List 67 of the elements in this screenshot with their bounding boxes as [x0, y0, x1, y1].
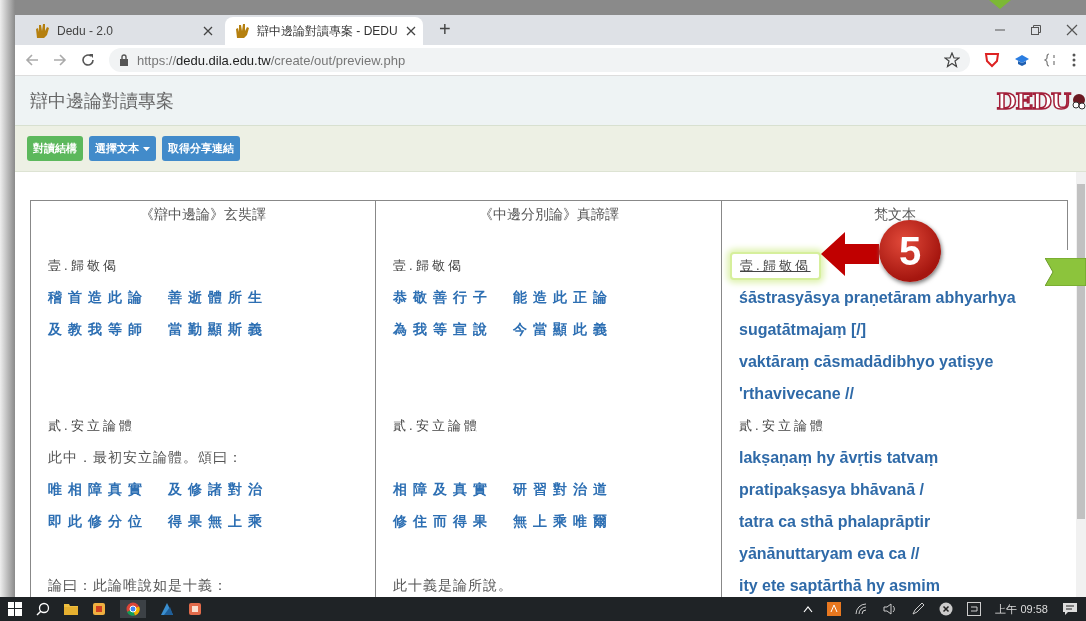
notification-icon[interactable]	[1062, 602, 1078, 616]
verse-line: lakṣaṇaṃ hy āvṛtis tatvaṃ	[739, 449, 939, 467]
toolbar-button[interactable]: 選擇文本	[89, 136, 156, 161]
shield-icon[interactable]	[984, 52, 1000, 68]
chevron-icon[interactable]	[803, 605, 814, 613]
verse-line: 修住而得果 無上乘唯爾	[393, 513, 613, 531]
verse-line: tatra ca sthā phalaprāptir	[739, 513, 931, 531]
close-icon[interactable]	[405, 26, 416, 36]
section-heading: 壹.歸敬偈	[730, 252, 821, 280]
verse-line: vaktāraṃ cāsmadādibhyo yatiṣye	[739, 353, 994, 371]
close-icon[interactable]	[1066, 24, 1078, 36]
verse-line: 稽首造此論 善逝體所生	[48, 289, 268, 307]
section-heading: 貳.安立論體	[48, 417, 135, 435]
section-heading: 貳.安立論體	[739, 417, 826, 435]
verse-line: pratipakṣasya bhāvanā /	[739, 481, 924, 499]
extension-icon[interactable]	[1044, 52, 1058, 68]
close-circle-icon[interactable]	[939, 602, 954, 616]
verse-line: 為我等宣說 今當顯此義	[393, 321, 613, 339]
verse-line: yānānuttaryam eva ca //	[739, 545, 920, 563]
lock-icon	[119, 54, 129, 66]
pointer-arrow	[821, 232, 879, 276]
text-line: 此十義是論所說。	[393, 577, 513, 595]
verse-line: 及教我等師 當勤顯斯義	[48, 321, 268, 339]
pointer-arrow	[989, 0, 1011, 9]
app-icon[interactable]	[92, 602, 106, 616]
app-icon[interactable]	[188, 602, 202, 616]
restore-icon[interactable]	[1030, 24, 1042, 36]
pen-icon[interactable]	[911, 602, 926, 616]
search-icon[interactable]	[36, 602, 50, 616]
verse-line: 唯相障真實 及修諸對治	[48, 481, 268, 499]
section-heading: 壹.歸敬偈	[48, 257, 119, 275]
verse-line: 'rthavivecane //	[739, 385, 854, 403]
hand-icon	[35, 23, 49, 39]
browser-icon[interactable]	[126, 602, 140, 616]
section-heading: 壹.歸敬偈	[393, 257, 464, 275]
verse-line: sugatātmajaṃ [/]	[739, 321, 867, 339]
column-header: 《中邊分別論》真諦譯	[478, 206, 619, 222]
step-badge: 5	[879, 220, 941, 282]
input-icon[interactable]	[967, 602, 982, 616]
verse-line: 恭敬善行子 能造此正論	[393, 289, 613, 307]
text-line: 論曰：此論唯說如是十義：	[48, 577, 228, 595]
hand-icon	[235, 23, 249, 39]
page-title: 辯中邊論對讀專案	[30, 89, 174, 113]
verse-line: 相障及真實 研習對治道	[393, 481, 613, 499]
verse-line: ity ete saptārthā hy asmim	[739, 577, 940, 595]
column-header: 《辯中邊論》玄奘譯	[140, 206, 266, 222]
clock[interactable]: 上午 09:58	[995, 601, 1048, 617]
reload-icon[interactable]	[81, 53, 95, 67]
verse-line: śāstrasyāsya praṇetāram abhyarhya	[739, 289, 1016, 307]
app-icon[interactable]	[827, 602, 842, 616]
volume-icon[interactable]	[883, 603, 898, 615]
text-line: 此中．最初安立論體。頌曰：	[48, 449, 243, 467]
new-tab-button[interactable]: +	[435, 18, 455, 41]
menu-icon[interactable]	[1072, 53, 1076, 67]
windows-icon[interactable]	[8, 602, 22, 616]
pointer-arrow	[1045, 258, 1086, 286]
cap-icon[interactable]	[1014, 52, 1030, 68]
folder-icon[interactable]	[64, 603, 78, 615]
close-icon[interactable]	[203, 26, 213, 36]
caret-icon	[143, 146, 150, 151]
star-icon[interactable]	[944, 52, 960, 68]
column-header: 梵文本	[873, 206, 916, 222]
toolbar-button[interactable]: 取得分享連結	[162, 136, 240, 161]
browser-tab[interactable]: 辯中邊論對讀專案 - DEDU	[225, 17, 423, 45]
section-heading: 貳.安立論體	[393, 417, 480, 435]
browser-tab[interactable]: Dedu - 2.0	[25, 17, 223, 45]
verse-line: 即此修分位 得果無上乘	[48, 513, 268, 531]
